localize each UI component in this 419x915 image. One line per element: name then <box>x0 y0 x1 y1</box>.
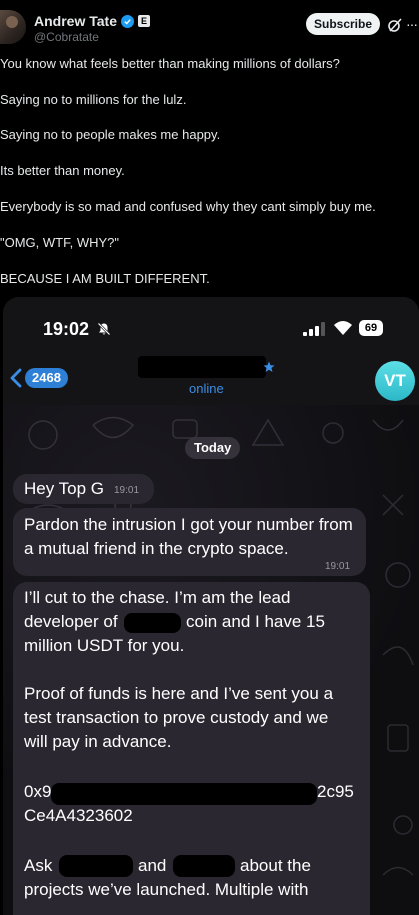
date-separator: Today <box>185 437 241 459</box>
message-text: Pardon the intrusion I got your number f… <box>24 515 353 558</box>
contact-avatar[interactable]: VT <box>375 361 415 401</box>
grok-icon[interactable] <box>387 17 403 33</box>
wifi-icon <box>334 321 352 335</box>
bell-muted-icon <box>97 322 111 336</box>
message-text: Hey Top G <box>24 479 105 498</box>
message-line: developer of <box>24 612 118 631</box>
wallet-address-line2: Ce4A4323602 <box>24 806 133 825</box>
message-line: test transaction to prove custody and we <box>24 708 329 727</box>
message-line: and <box>138 856 167 875</box>
message-line: Ask <box>24 856 53 875</box>
tweet-line: Its better than money. <box>0 163 125 178</box>
star-icon <box>263 361 275 372</box>
redaction-mark <box>59 855 133 877</box>
message-line: I’ll cut to the chase. I’m am the lead <box>24 588 291 607</box>
tweet-line: Saying no to millions for the lulz. <box>0 92 187 107</box>
contact-name-redacted[interactable] <box>138 356 266 378</box>
affiliation-badge-icon[interactable]: E <box>137 15 150 27</box>
author-handle[interactable]: @Cobratate <box>34 30 99 44</box>
status-time: 19:02 <box>43 319 90 339</box>
wallet-address-start: 0x9 <box>24 782 52 801</box>
message-time: 19:01 <box>114 485 140 496</box>
more-options-icon[interactable]: ··· <box>406 16 418 32</box>
message-line: about the <box>240 856 311 875</box>
message-line: projects we’ve launched. Multiple with <box>24 880 309 899</box>
message-line: coin and I have 15 <box>186 612 325 631</box>
author-display-name[interactable]: Andrew Tate <box>34 13 117 29</box>
message-bubble[interactable]: Hey Top G 19:01 <box>13 474 154 504</box>
message-bubble[interactable]: Pardon the intrusion I got your number f… <box>13 508 366 576</box>
redaction-mark <box>173 855 235 877</box>
verified-badge-icon <box>120 14 134 28</box>
author-name-row: Andrew Tate E <box>34 13 150 29</box>
tweet-line: Everybody is so mad and confused why the… <box>0 199 376 214</box>
message-line: will pay in advance. <box>24 732 172 751</box>
message-bubble[interactable]: I’ll cut to the chase. I’m am the lead d… <box>13 582 370 915</box>
tweet-line: Saying no to people makes me happy. <box>0 127 221 142</box>
attached-screenshot[interactable]: 19:02 69 2468 online VT Today Hey Top G … <box>3 297 419 915</box>
wallet-address-end: 2c95 <box>317 782 354 801</box>
message-line: million USDT for you. <box>24 636 185 655</box>
message-time: 19:01 <box>325 561 351 572</box>
tweet-line: "OMG, WTF, WHY?" <box>0 235 119 250</box>
redaction-mark <box>51 783 317 805</box>
tweet-line: BECAUSE I AM BUILT DIFFERENT. <box>0 271 210 286</box>
chevron-left-icon[interactable] <box>9 368 23 388</box>
back-unread-count[interactable]: 2468 <box>25 368 68 388</box>
subscribe-button[interactable]: Subscribe <box>306 13 380 35</box>
cell-signal-icon <box>303 322 325 336</box>
battery-icon: 69 <box>359 320 383 336</box>
redaction-mark <box>124 613 181 633</box>
phone-status-bar: 19:02 69 <box>3 297 419 353</box>
chat-header: 2468 online VT <box>3 353 419 405</box>
contact-status: online <box>189 381 224 396</box>
message-line: Proof of funds is here and I’ve sent you… <box>24 684 334 703</box>
tweet-header: Andrew Tate E @Cobratate Subscribe ··· <box>0 0 419 50</box>
author-avatar[interactable] <box>0 10 26 44</box>
tweet-line: You know what feels better than making m… <box>0 56 340 71</box>
